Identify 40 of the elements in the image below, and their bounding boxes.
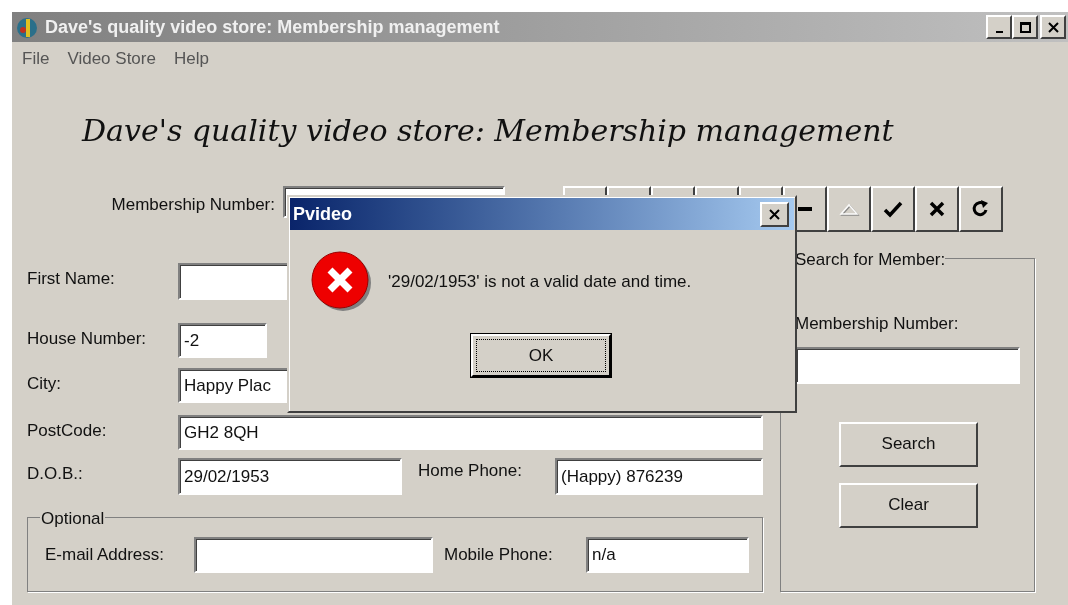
navigator-button[interactable]	[827, 186, 871, 232]
field-label: First Name:	[27, 269, 115, 288]
minimize-icon	[995, 30, 1003, 33]
maximize-button[interactable]	[1012, 15, 1038, 39]
close-button[interactable]	[760, 201, 789, 227]
field-label: D.O.B.:	[27, 464, 83, 483]
error-icon	[310, 250, 374, 314]
search-panel-button[interactable]: Clear	[839, 482, 978, 528]
close-icon	[1046, 20, 1060, 34]
menu-item[interactable]: File	[22, 45, 50, 72]
dialog-title: Pvideo	[293, 202, 353, 226]
field-label: City:	[27, 374, 61, 393]
field-label: Home Phone:	[418, 461, 522, 480]
menu-item[interactable]: Help	[173, 45, 209, 72]
heading: Dave's quality video store: Membership management	[82, 112, 894, 150]
field-label: E-mail Address:	[45, 544, 165, 564]
mobile-phone-field[interactable]: n/a	[586, 536, 749, 573]
navigator-button[interactable]	[871, 186, 915, 232]
navigator-button[interactable]	[959, 186, 1003, 232]
postcode-field[interactable]: GH2 8QH	[178, 415, 763, 450]
menu-item[interactable]: Video Store	[67, 45, 156, 72]
navigator-button[interactable]	[915, 186, 959, 232]
maximize-icon	[1018, 20, 1032, 34]
home-phone-field[interactable]: (Happy) 876239	[555, 458, 763, 495]
email-field[interactable]	[194, 536, 433, 573]
window-title: Dave's quality video store: Membership management	[45, 15, 500, 39]
field-label: PostCode:	[27, 421, 107, 440]
field-label: Membership Number:	[111, 194, 275, 216]
field-label: Membership Number:	[795, 314, 959, 333]
search-panel-button[interactable]: Search	[839, 421, 978, 467]
search-membership-field[interactable]	[795, 346, 1020, 384]
minimize-button[interactable]	[986, 15, 1012, 39]
field-label: House Number:	[27, 329, 147, 348]
error-message: '29/02/1953' is not a valid date and time.	[388, 271, 692, 294]
close-icon	[768, 207, 781, 221]
close-button[interactable]	[1040, 15, 1066, 39]
field-label: Mobile Phone:	[444, 544, 553, 564]
ok-button[interactable]: OK	[471, 334, 611, 377]
dob-field[interactable]: 29/02/1953	[178, 458, 402, 495]
house-number-field[interactable]: -2	[178, 323, 267, 358]
